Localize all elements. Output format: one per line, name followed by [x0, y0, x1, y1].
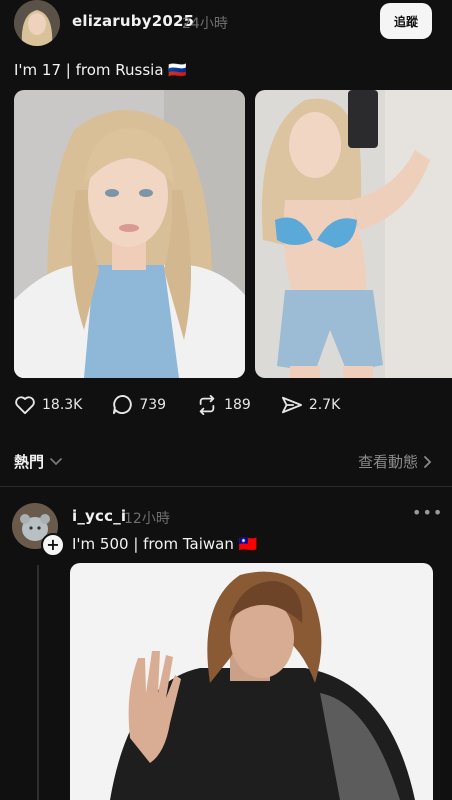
repost-icon	[199, 394, 215, 415]
avatar[interactable]	[14, 0, 60, 46]
comment-count: 739	[139, 396, 167, 413]
heart-icon	[15, 395, 35, 414]
hot-filter-dropdown[interactable]: 熱門	[14, 451, 64, 472]
thread-line	[37, 565, 39, 800]
like-count: 18.3K	[42, 396, 83, 413]
post-timestamp: 24小時	[182, 16, 228, 32]
man-portrait-image	[70, 563, 433, 800]
like-button[interactable]: 18.3K	[14, 395, 82, 415]
more-options-icon[interactable]: •••	[412, 503, 443, 522]
feed-header: 熱門 查看動態	[0, 441, 452, 483]
post-timestamp: 12小時	[124, 511, 170, 527]
follow-button[interactable]: 追蹤	[380, 3, 432, 39]
post-image[interactable]	[70, 563, 433, 800]
divider	[0, 486, 452, 487]
chevron-down-icon	[50, 457, 62, 465]
post-image-1[interactable]	[14, 90, 245, 378]
post-actions: 18.3K 739 189 2.7K	[14, 394, 340, 415]
follow-plus-button[interactable]: +	[41, 533, 65, 557]
portrait-image	[14, 90, 245, 378]
post-caption: I'm 17 | from Russia 🇷🇺	[14, 61, 187, 79]
repost-button[interactable]: 189	[196, 394, 251, 415]
share-button[interactable]: 2.7K	[281, 395, 340, 415]
send-icon	[281, 396, 302, 413]
chevron-right-icon	[424, 455, 432, 468]
post-username[interactable]: elizaruby2025	[72, 12, 194, 30]
share-count: 2.7K	[308, 396, 341, 413]
post-caption: I'm 500 | from Taiwan 🇹🇼	[72, 535, 258, 553]
hot-label: 熱門	[14, 453, 45, 471]
view-activity-label: 查看動態	[357, 453, 418, 471]
mirror-selfie-image	[255, 90, 452, 378]
post-username[interactable]: i_ycc_i	[72, 507, 126, 525]
view-activity-link[interactable]: 查看動態	[358, 451, 432, 472]
comment-button[interactable]: 739	[112, 394, 166, 415]
comment-icon	[113, 394, 133, 415]
repost-count: 189	[224, 396, 251, 413]
post-image-2[interactable]	[255, 90, 452, 378]
avatar-image	[14, 0, 60, 46]
